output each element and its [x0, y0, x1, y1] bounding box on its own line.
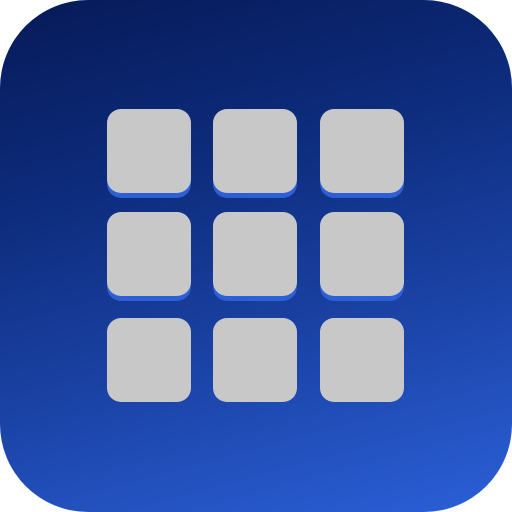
tile-grid [107, 109, 405, 402]
grid-tile-2 [213, 109, 297, 193]
grid-tile-8 [213, 318, 297, 402]
grid-tile-9 [320, 318, 404, 402]
app-icon-background[interactable] [0, 0, 512, 512]
grid-tile-1 [107, 109, 191, 193]
grid-tile-6 [320, 212, 404, 296]
grid-tile-4 [107, 212, 191, 296]
grid-tile-7 [107, 318, 191, 402]
grid-tile-3 [320, 109, 404, 193]
grid-tile-5 [213, 212, 297, 296]
